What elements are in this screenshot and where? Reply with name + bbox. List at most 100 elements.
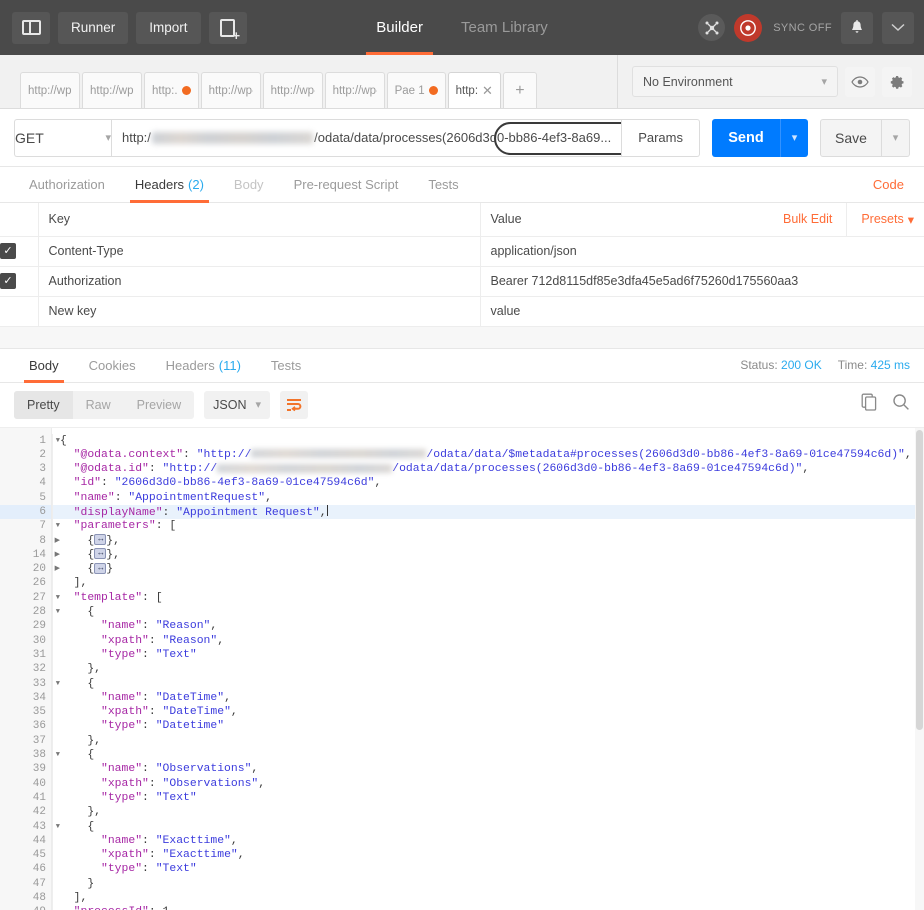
code-line: ], [73,577,88,590]
app-top-bar: Runner Import Builder Team Library [0,0,924,55]
response-tab-headers[interactable]: Headers (11) [151,349,256,382]
code-scrollbar-thumb[interactable] [916,429,923,730]
copy-icon[interactable] [861,393,878,416]
response-body-code-viewer[interactable]: 1 ▼ 2 3 4 5 6 7 ▼ 8 ▶ 14 ▶ 20 ▶ 26 27 ▼ 28 ▼ 29 30 31 32 33 ▼ 34 35… [0,426,924,910]
account-menu-button[interactable] [882,11,914,44]
request-tab[interactable]: http://wp-a [20,72,80,108]
send-options-button[interactable]: ▾ [780,118,808,157]
time-label: Time: [837,358,868,372]
request-section-tabs: Authorization Headers (2) Body Pre-reque… [0,167,924,203]
chevron-down-icon: ▾ [821,76,827,88]
tab-headers[interactable]: Headers (2) [120,167,219,203]
word-wrap-button[interactable] [280,390,309,419]
tab-builder[interactable]: Builder [366,0,433,55]
header-row-checkbox[interactable]: ✓ [0,243,16,260]
request-tab[interactable]: http:. [144,72,199,108]
environment-quick-look-button[interactable] [845,66,875,97]
request-tab-label: http://wp-a [208,84,253,97]
header-key-cell[interactable]: Authorization [37,266,481,297]
presets-button[interactable]: Presets ▾ [846,203,914,236]
request-tab[interactable]: http://wp-a [82,72,142,108]
request-tab[interactable]: Pae 1 [386,72,446,108]
environment-bar: No Environment ▾ [617,55,924,108]
url-prefix-text: http:/ [122,130,151,145]
code-line-number: 33 ▼ [32,677,60,690]
header-row-checkbox[interactable]: ✓ [0,273,16,290]
http-method-select[interactable]: GET ▾ [14,118,111,157]
request-tab[interactable]: http://wp-a [200,72,261,108]
new-value-input[interactable]: value [479,296,924,327]
close-icon[interactable]: ✕ [482,84,493,97]
code-line-number: 8 ▶ [39,534,60,547]
view-mode-preview[interactable]: Preview [124,391,194,419]
code-link[interactable]: Code [867,167,910,202]
import-button[interactable]: Import [136,11,201,44]
bulk-edit-button[interactable]: Bulk Edit [783,212,832,226]
tab-authorization[interactable]: Authorization [14,167,120,202]
params-button[interactable]: Params [622,118,700,157]
code-line-number: 42 [32,806,46,819]
sidebar-toggle-button[interactable] [12,11,50,44]
header-key-cell[interactable]: Content-Type [37,236,481,267]
response-tab-cookies[interactable]: Cookies [74,349,151,382]
code-line-number: 48 [32,892,46,904]
tab-pre-request-script[interactable]: Pre-request Script [279,167,414,202]
header-column-key: Key [37,203,481,237]
code-line-number: 30 [32,634,46,647]
sync-status-label: SYNC OFF [773,21,832,34]
response-tab-tests[interactable]: Tests [256,349,316,382]
code-line: }, [87,806,102,819]
code-line-number: 5 [39,491,46,504]
search-icon[interactable] [892,393,910,416]
code-vertical-scrollbar[interactable] [915,427,924,910]
code-line-number: 4 [39,477,46,490]
tab-team-library[interactable]: Team Library [461,0,548,55]
code-line: "processId": 1 [52,905,924,910]
runner-button[interactable]: Runner [58,11,129,44]
code-line-number: 34 [32,691,46,704]
interceptor-icon[interactable] [698,14,726,41]
add-tab-button[interactable]: + [502,72,537,108]
code-content[interactable]: { "@odata.context": "http:///odata/data/… [52,428,924,910]
new-key-input[interactable]: New key [37,296,481,327]
request-tab-strip-row: http://wp-a http://wp-a http:. http://wp… [0,55,924,109]
request-tab-label: http://wp-a [28,84,72,97]
code-line: ], [73,892,88,904]
request-tab-active[interactable]: http: ✕ [447,72,501,108]
top-bar-right-group: SYNC OFF [698,11,924,44]
tab-pre-request-script-label: Pre-request Script [293,177,399,192]
request-tab[interactable]: http://wp-a [262,72,323,108]
tab-body[interactable]: Body [219,167,279,202]
response-format-select[interactable]: JSON ▾ [204,390,271,419]
response-format-label: JSON [213,397,247,412]
send-button[interactable]: Send [712,118,780,157]
status-badge: 200 OK [781,358,822,372]
code-line: "type": "Datetime" [101,720,225,733]
url-suffix-text: /odata/data/processes(2606d3d0-bb86-4ef3… [314,130,612,145]
redacted-host-region [151,131,314,144]
save-button[interactable]: Save [820,118,882,157]
code-line: "xpath": "Observations", [101,777,266,790]
view-mode-raw[interactable]: Raw [73,391,124,419]
top-bar-left-group: Runner Import [0,11,247,44]
code-line: "parameters": [ [73,520,177,533]
environment-select[interactable]: No Environment ▾ [632,66,838,97]
header-column-value-label: Value [490,212,522,227]
new-request-button[interactable] [208,11,247,44]
header-value-cell[interactable]: application/json [479,236,924,267]
manage-environments-button[interactable] [882,66,912,97]
tab-body-label: Body [233,177,264,192]
table-row: ✓ Authorization Bearer 712d8115df85e3dfa… [0,266,924,297]
url-input[interactable]: http:/ /odata/data/processes(2606d3d0-bb8… [111,118,623,157]
sync-status-icon[interactable] [734,13,763,42]
notifications-button[interactable] [841,11,873,44]
header-column-value: Value Bulk Edit Presets ▾ [479,203,924,237]
view-mode-pretty[interactable]: Pretty [14,390,73,419]
code-line-number: 29 [32,620,46,633]
request-tab[interactable]: http://wp-a [324,72,385,108]
code-line-number: 37 [32,734,46,747]
save-options-button[interactable]: ▾ [882,118,910,157]
response-tab-body[interactable]: Body [14,349,74,383]
header-value-cell[interactable]: Bearer 712d8115df85e3dfa45e5ad6f75260d17… [479,266,924,297]
tab-tests[interactable]: Tests [413,167,473,202]
